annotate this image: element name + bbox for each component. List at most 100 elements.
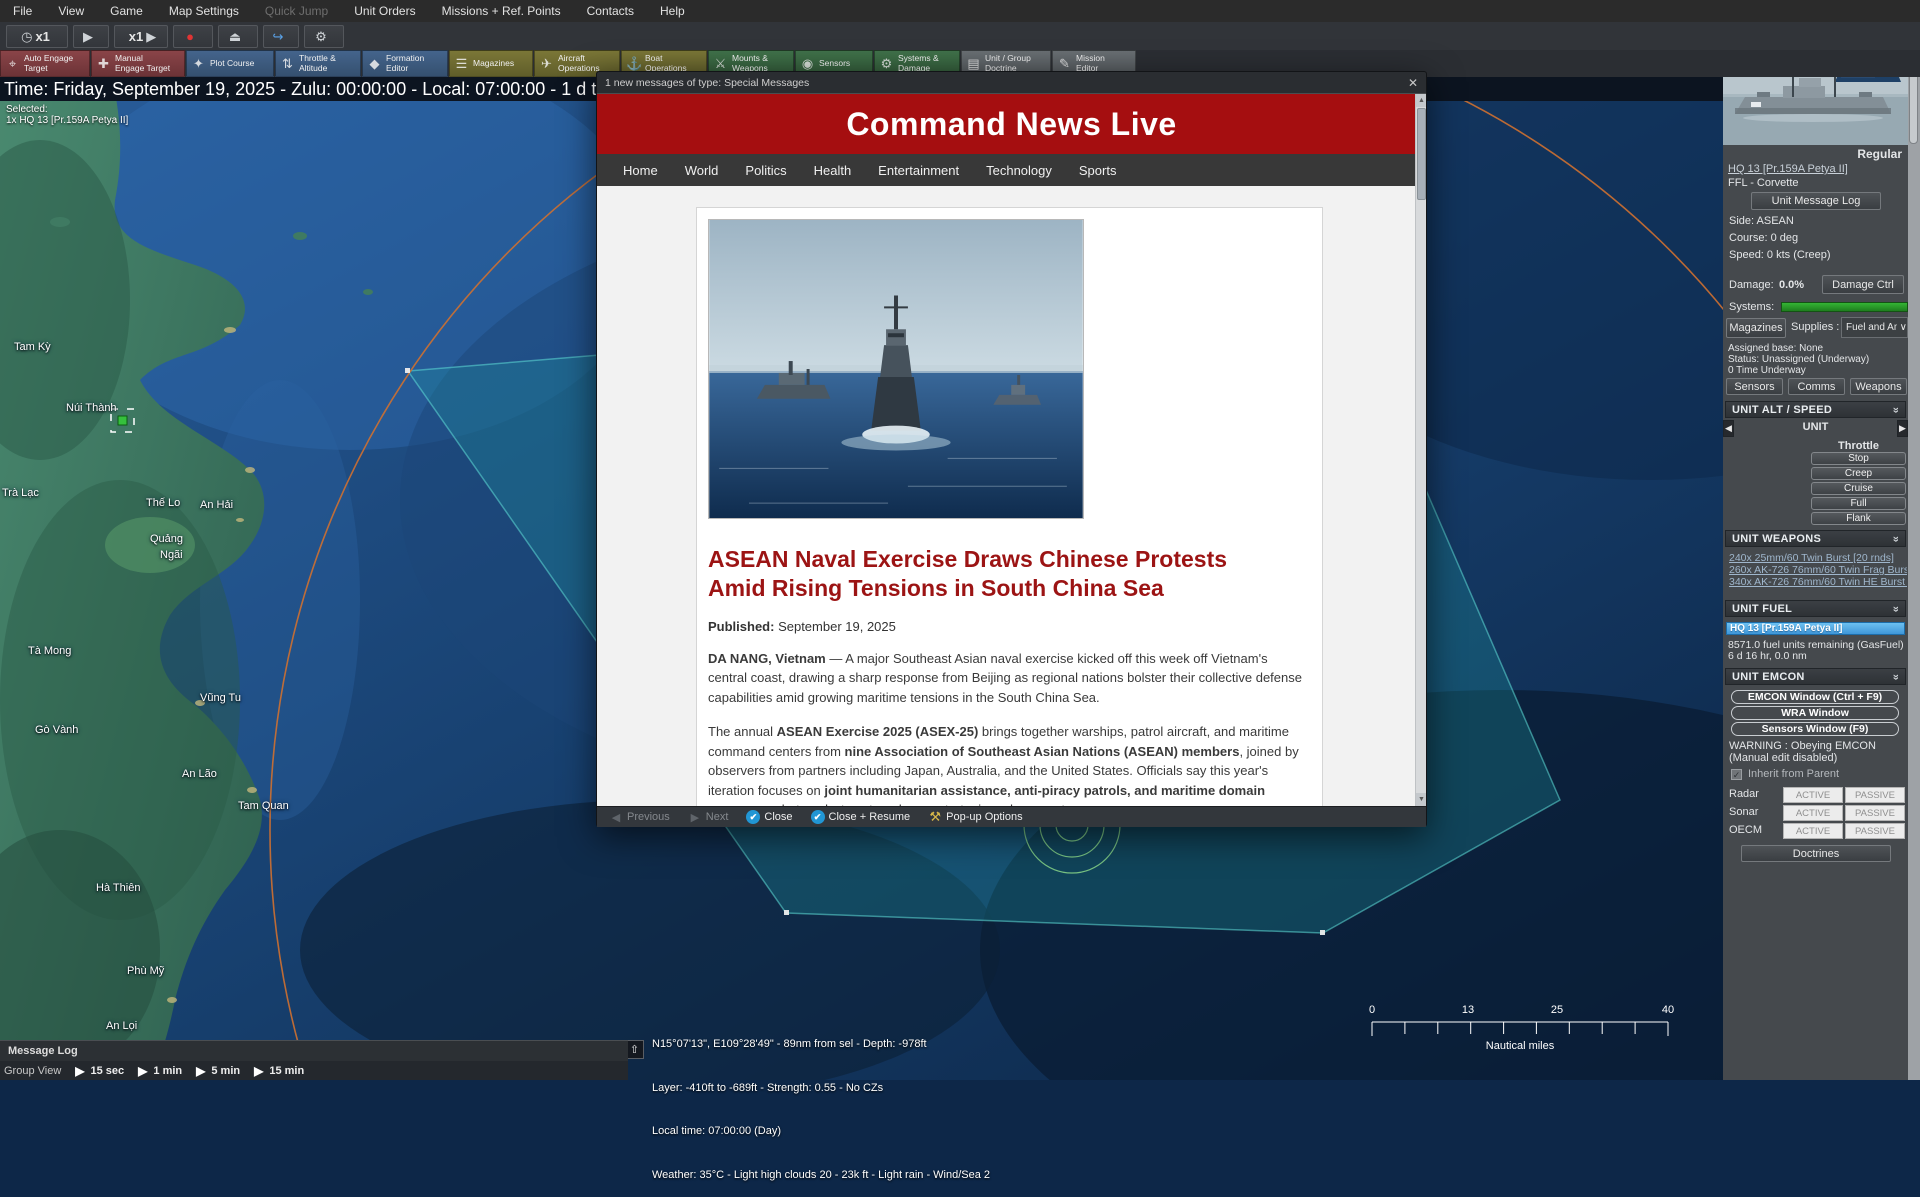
news-nav-item[interactable]: World [685, 163, 719, 178]
weapon-link[interactable]: 340x AK-726 76mm/60 Twin HE Burst [2 rnd… [1729, 576, 1907, 588]
run-button[interactable]: ▶ [73, 25, 109, 48]
scale-caption: Nautical miles [1486, 1040, 1555, 1052]
scale-tick-13: 13 [1462, 1004, 1474, 1016]
group-view-label[interactable]: Group View [4, 1065, 61, 1077]
passive-button[interactable]: PASSIVE [1845, 805, 1905, 821]
throttle-button[interactable]: Cruise [1811, 482, 1906, 495]
next-button[interactable]: Next [688, 810, 729, 824]
map-place-label: An Lão [182, 768, 217, 780]
menu-item[interactable]: Game [97, 0, 156, 22]
plot-course-button[interactable]: ✦Plot Course [186, 50, 274, 77]
scrollbar-thumb[interactable] [1417, 108, 1426, 200]
unit-emcon-header[interactable]: UNIT EMCON« [1725, 668, 1906, 685]
sensors-tab-button[interactable]: Sensors [1726, 378, 1783, 395]
weapons-tab-button[interactable]: Weapons [1850, 378, 1907, 395]
jump-to-button[interactable]: ↪ [263, 25, 299, 48]
collapse-icon[interactable]: « [1890, 673, 1902, 679]
popup-options-button[interactable]: Pop-up Options [928, 810, 1022, 824]
close-resume-button[interactable]: Close + Resume [811, 810, 911, 824]
doctrines-button[interactable]: Doctrines [1741, 845, 1891, 862]
record-button[interactable]: ● [173, 25, 213, 48]
article-paragraph-2: The annual ASEAN Exercise 2025 (ASEX-25)… [708, 722, 1308, 806]
scenario-features-button[interactable]: ⏏ [218, 25, 258, 48]
auto-engage-target-button[interactable]: ⌖Auto EngageTarget [0, 50, 90, 77]
unit-message-log-button[interactable]: Unit Message Log [1751, 192, 1881, 210]
supplies-select[interactable]: Fuel and Ammo∨ [1841, 317, 1908, 338]
emcon-window-button[interactable]: WRA Window [1731, 706, 1899, 720]
time-compression-button[interactable]: 15 sec [75, 1064, 124, 1078]
passive-button[interactable]: PASSIVE [1845, 823, 1905, 839]
throttle-button[interactable]: Flank [1811, 512, 1906, 525]
footer-icon [811, 810, 825, 824]
emcon-warning-2: (Manual edit disabled) [1729, 752, 1837, 764]
game-options-button[interactable]: ⚙ [304, 25, 344, 48]
collapse-icon[interactable]: « [1890, 406, 1902, 412]
collapse-icon[interactable]: « [1890, 605, 1902, 611]
course-readout: Course: 0 deg [1729, 232, 1798, 244]
menu-item[interactable]: View [45, 0, 97, 22]
unit-link[interactable]: HQ 13 [Pr.159A Petya II] [1728, 163, 1848, 175]
menu-item[interactable]: Contacts [574, 0, 647, 22]
throttle-button[interactable]: Full [1811, 497, 1906, 510]
unit-fuel-header[interactable]: UNIT FUEL« [1725, 600, 1906, 617]
news-nav-item[interactable]: Health [814, 163, 852, 178]
formation-editor-button[interactable]: ◆FormationEditor [362, 50, 448, 77]
magazines-button[interactable]: Magazines [1726, 318, 1786, 338]
menu-item[interactable]: Unit Orders [341, 0, 428, 22]
throttle-button[interactable]: Creep [1811, 467, 1906, 480]
popup-scrollbar[interactable]: ▲ ▼ [1415, 94, 1426, 806]
map-place-label: Tam Kỳ [14, 341, 51, 353]
magazines-button[interactable]: ☰Magazines [449, 50, 533, 77]
previous-button[interactable]: Previous [609, 810, 670, 824]
menu-item[interactable]: Help [647, 0, 698, 22]
news-nav-item[interactable]: Politics [745, 163, 786, 178]
news-nav-item[interactable]: Technology [986, 163, 1052, 178]
damage-ctrl-button[interactable]: Damage Ctrl [1822, 275, 1904, 294]
collapse-icon[interactable]: « [1890, 535, 1902, 541]
active-button[interactable]: ACTIVE [1783, 823, 1843, 839]
throttle-altitude-button[interactable]: ⇅Throttle &Altitude [275, 50, 361, 77]
menu-item[interactable]: File [0, 0, 45, 22]
sidebar-scrollbar[interactable] [1908, 0, 1920, 1080]
comms-tab-button[interactable]: Comms [1788, 378, 1845, 395]
sim-clock-button[interactable]: ◷x1 [6, 25, 68, 48]
passive-button[interactable]: PASSIVE [1845, 787, 1905, 803]
close-button[interactable]: Close [746, 810, 792, 824]
fuel-selected-row[interactable]: HQ 13 [Pr.159A Petya II] [1726, 622, 1905, 635]
weapon-link[interactable]: 240x 25mm/60 Twin Burst [20 rnds] [1729, 552, 1907, 564]
time-compression-button[interactable]: 15 min [254, 1064, 304, 1078]
fuel-endurance: 6 d 16 hr, 0.0 nm [1728, 650, 1807, 662]
emcon-window-button[interactable]: EMCON Window (Ctrl + F9) [1731, 690, 1899, 704]
unit-weapons-header[interactable]: UNIT WEAPONS« [1725, 530, 1906, 547]
menu-item[interactable]: Quick Jump [252, 0, 341, 22]
time-compression-button[interactable]: 5 min [196, 1064, 240, 1078]
run-step-button[interactable]: x1▶ [114, 25, 168, 48]
news-nav-item[interactable]: Entertainment [878, 163, 959, 178]
news-nav-item[interactable]: Sports [1079, 163, 1117, 178]
active-button[interactable]: ACTIVE [1783, 787, 1843, 803]
message-log-bar[interactable]: Message Log [0, 1040, 628, 1061]
throttle-button[interactable]: Stop [1811, 452, 1906, 465]
manual-engage-target-button[interactable]: ✚ManualEngage Target [91, 50, 185, 77]
map-place-label: Vũng Tu [200, 692, 241, 704]
proficiency-label: Regular [1857, 147, 1902, 161]
popup-title-bar[interactable]: 1 new messages of type: Special Messages… [597, 72, 1426, 94]
active-button[interactable]: ACTIVE [1783, 805, 1843, 821]
scroll-up-icon[interactable]: ▲ [1416, 94, 1426, 107]
news-nav-bar: Home World Politics Health Entertainment Tech… [597, 154, 1426, 186]
weapon-link[interactable]: 260x AK-726 76mm/60 Twin Frag Burst [2 r… [1729, 564, 1907, 576]
time-compression-button[interactable]: 1 min [138, 1064, 182, 1078]
menu-item[interactable]: Map Settings [156, 0, 252, 22]
systems-label: Systems: [1729, 301, 1774, 313]
footer-icon [688, 810, 702, 824]
plain [105, 517, 195, 573]
checkbox-checked-icon[interactable]: ✓ [1731, 769, 1742, 780]
scroll-down-icon[interactable]: ▼ [1416, 793, 1426, 806]
close-icon[interactable]: ✕ [1408, 76, 1418, 90]
emcon-window-button[interactable]: Sensors Window (F9) [1731, 722, 1899, 736]
ribbon-icon: ✎ [1057, 56, 1072, 72]
menu-item[interactable]: Missions + Ref. Points [429, 0, 574, 22]
map-scale-bar: 0 13 25 40 Nautical miles [1360, 996, 1690, 1056]
unit-alt-speed-header[interactable]: UNIT ALT / SPEED« [1725, 401, 1906, 418]
news-nav-item[interactable]: Home [623, 163, 658, 178]
